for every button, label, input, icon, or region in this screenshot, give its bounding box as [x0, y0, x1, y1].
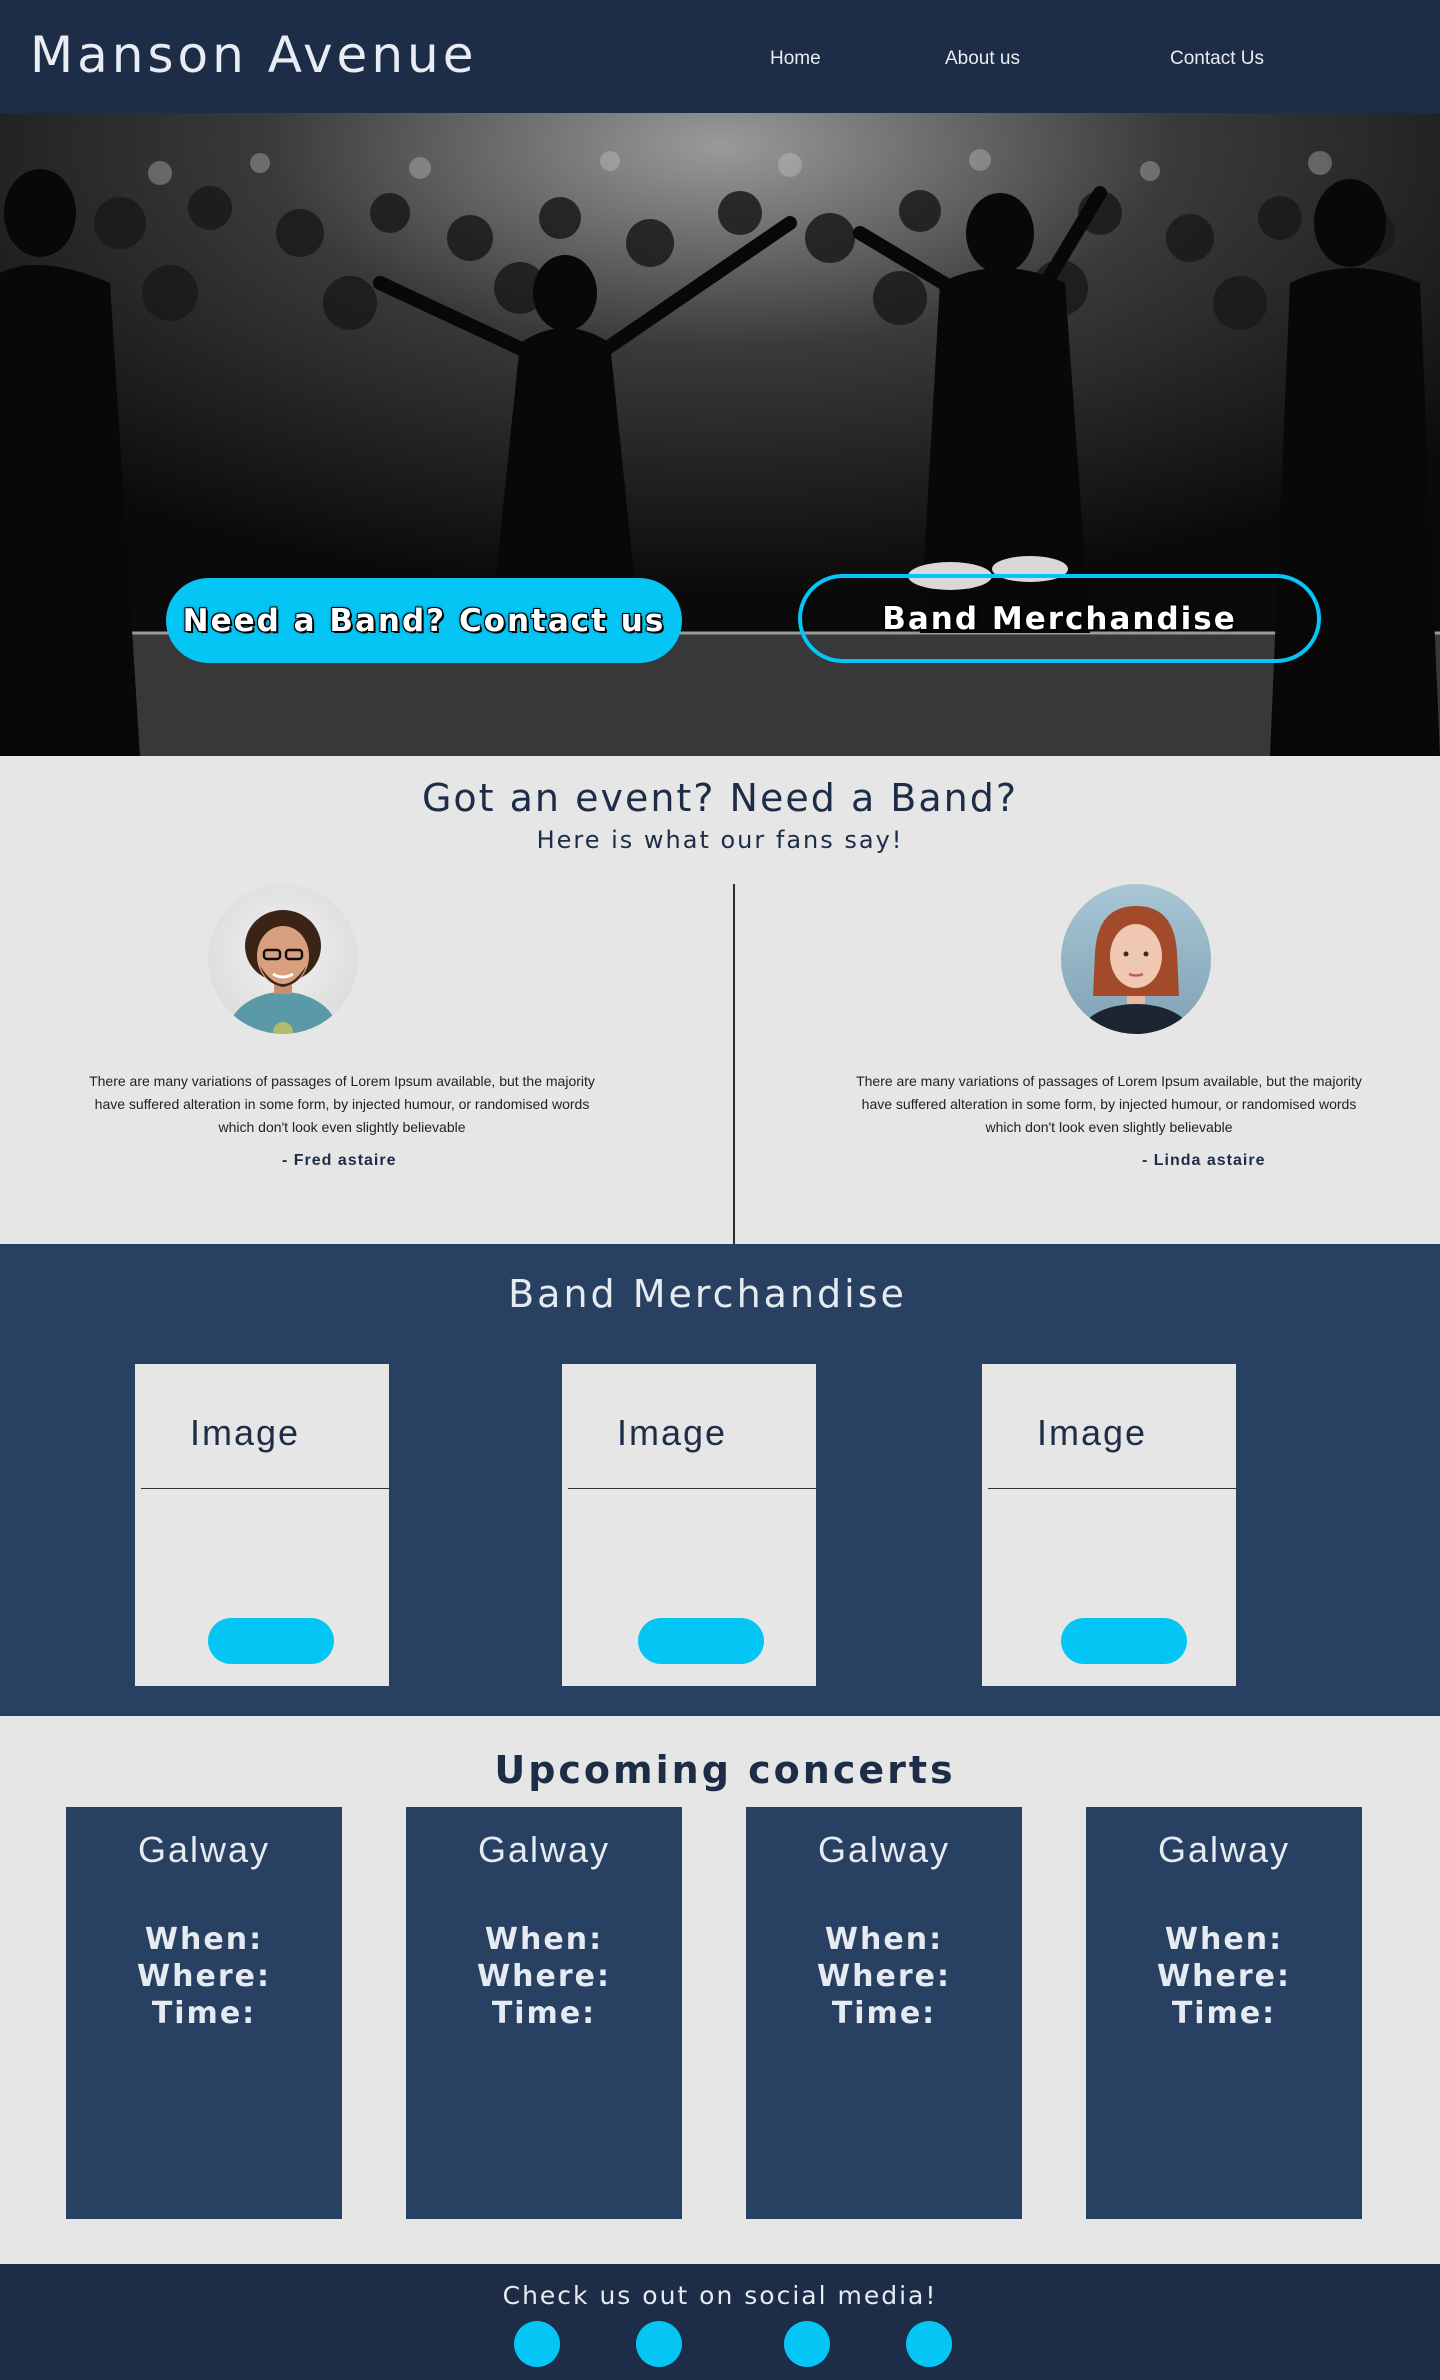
concert-details: When: Where: Time:	[746, 1921, 1022, 2032]
testimonials-section: Got an event? Need a Band? Here is what …	[0, 756, 1440, 1244]
social-icon[interactable]	[906, 2321, 952, 2367]
merch-card: Image	[982, 1364, 1236, 1686]
testimonials-title: Got an event? Need a Band?	[421, 776, 1019, 820]
site-footer: Check us out on social media!	[0, 2264, 1440, 2380]
merch-card-divider	[568, 1488, 816, 1489]
concert-time: Time:	[491, 1996, 597, 2031]
merchandise-title: Band Merchandise	[508, 1272, 907, 1316]
testimonials-divider	[733, 884, 735, 1244]
concert-when: When:	[824, 1922, 944, 1957]
concert-details: When: Where: Time:	[1086, 1921, 1362, 2032]
merch-card: Image	[135, 1364, 389, 1686]
fan-avatar-2	[1061, 884, 1211, 1034]
concert-details: When: Where: Time:	[66, 1921, 342, 2032]
avatar-man-icon	[228, 910, 338, 1034]
concert-city: Galway	[1157, 1829, 1291, 1870]
concert-time: Time:	[831, 1996, 937, 2031]
concert-card[interactable]: Galway When: Where: Time:	[746, 1807, 1022, 2219]
concert-where: Where:	[137, 1959, 271, 1994]
social-icon[interactable]	[636, 2321, 682, 2367]
concert-where: Where:	[817, 1959, 951, 1994]
concert-when: When:	[484, 1922, 604, 1957]
concert-details: When: Where: Time:	[406, 1921, 682, 2032]
avatar-woman-icon	[1081, 906, 1191, 1034]
concerts-section: Upcoming concerts Galway When: Where: Ti…	[0, 1716, 1440, 2264]
concert-time: Time:	[151, 1996, 257, 2031]
hero-banner: Need a Band? Contact us Band Merchandise	[0, 113, 1440, 756]
concert-time: Time:	[1171, 1996, 1277, 2031]
nav-contact-us[interactable]: Contact Us	[1170, 48, 1264, 70]
concert-city: Galway	[477, 1829, 611, 1870]
merchandise-section: Band Merchandise Image Image Image	[0, 1244, 1440, 1716]
merch-image-placeholder: Image	[190, 1412, 301, 1453]
nav-about-us[interactable]: About us	[945, 48, 1020, 70]
concert-card[interactable]: Galway When: Where: Time:	[406, 1807, 682, 2219]
concert-when: When:	[1164, 1922, 1284, 1957]
merch-image-placeholder: Image	[617, 1412, 728, 1453]
merch-buy-button[interactable]	[208, 1618, 334, 1664]
merch-buy-button[interactable]	[1061, 1618, 1187, 1664]
social-icon[interactable]	[514, 2321, 560, 2367]
merch-card-divider	[141, 1488, 389, 1489]
concert-where: Where:	[1157, 1959, 1291, 1994]
concert-city: Galway	[817, 1829, 951, 1870]
testimonial-author-2: - Linda astaire	[1142, 1152, 1266, 1169]
site-header: Manson Avenue Home About us Contact Us	[0, 0, 1440, 113]
testimonial-quote-1: There are many variations of passages of…	[89, 1073, 595, 1135]
merch-card: Image	[562, 1364, 816, 1686]
concert-when: When:	[144, 1922, 264, 1957]
merch-buy-button[interactable]	[638, 1618, 764, 1664]
contact-band-button[interactable]: Need a Band? Contact us	[166, 578, 682, 663]
social-icon[interactable]	[784, 2321, 830, 2367]
testimonial-quote-2: There are many variations of passages of…	[856, 1073, 1362, 1135]
testimonial-author-1: - Fred astaire	[282, 1152, 397, 1169]
concert-card[interactable]: Galway When: Where: Time:	[1086, 1807, 1362, 2219]
nav-home[interactable]: Home	[770, 48, 821, 70]
concerts-title: Upcoming concerts	[494, 1748, 956, 1792]
concert-where: Where:	[477, 1959, 611, 1994]
merch-card-divider	[988, 1488, 1236, 1489]
fan-avatar-1	[208, 884, 358, 1034]
concert-card[interactable]: Galway When: Where: Time:	[66, 1807, 342, 2219]
testimonials-subtitle: Here is what our fans say!	[536, 826, 904, 854]
merch-image-placeholder: Image	[1037, 1412, 1148, 1453]
brand-logo[interactable]: Manson Avenue	[30, 26, 477, 84]
social-media-text: Check us out on social media!	[502, 2281, 938, 2310]
concert-city: Galway	[137, 1829, 271, 1870]
band-merchandise-button[interactable]: Band Merchandise	[798, 574, 1321, 663]
